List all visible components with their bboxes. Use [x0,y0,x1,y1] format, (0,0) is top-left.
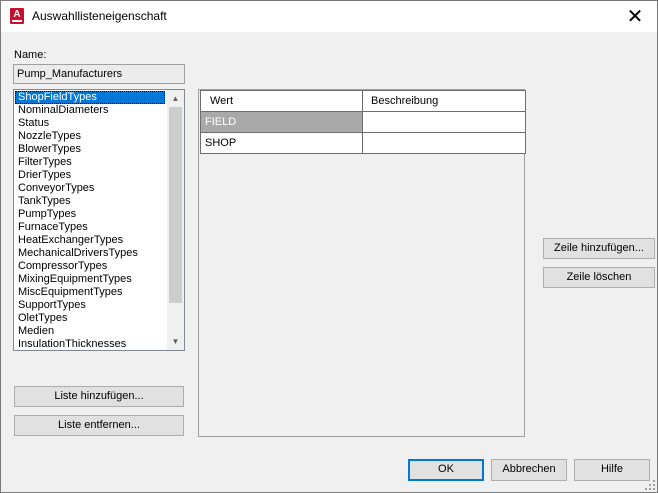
list-item[interactable]: PumpTypes [15,208,165,221]
list-item[interactable]: Status [15,117,165,130]
delete-row-button[interactable]: Zeile löschen [543,267,655,288]
add-row-button-label: Zeile hinzufügen... [554,242,644,254]
add-row-button[interactable]: Zeile hinzufügen... [543,238,655,259]
window-title: Auswahllisteneigenschaft [32,9,167,23]
list-item[interactable]: MixingEquipmentTypes [15,273,165,286]
list-names-listbox[interactable]: ShopFieldTypes NominalDiameters Status Nozz… [13,89,185,351]
name-field: Pump_Manufacturers [13,64,185,84]
add-list-button[interactable]: Liste hinzufügen... [14,386,184,407]
cancel-button[interactable]: Abbrechen [491,459,567,481]
list-item[interactable]: FurnaceTypes [15,221,165,234]
cell-wert[interactable]: SHOP [200,132,363,154]
cell-wert[interactable]: FIELD [200,111,363,133]
list-item[interactable]: Medien [15,325,165,338]
remove-list-button[interactable]: Liste entfernen... [14,415,184,436]
values-table: Wert Beschreibung FIELD SHOP [200,90,526,154]
name-label: Name: [14,49,47,61]
cell-beschreibung[interactable] [362,111,526,133]
column-header-wert[interactable]: Wert [200,90,363,112]
table-row[interactable]: FIELD [200,111,526,133]
resize-grip-icon[interactable] [645,480,655,490]
close-icon[interactable]: ✕ [613,1,657,32]
list-item[interactable]: MiscEquipmentTypes [15,286,165,299]
scroll-down-icon[interactable]: ▼ [167,333,184,350]
list-item[interactable]: CompressorTypes [15,260,165,273]
table-body: FIELD SHOP [200,111,526,154]
list-item[interactable]: HeatExchangerTypes [15,234,165,247]
scroll-thumb[interactable] [169,107,182,303]
dialog-window: A Auswahllisteneigenschaft ✕ Name: Pump_… [0,0,658,493]
list-item[interactable]: FilterTypes [15,156,165,169]
cell-beschreibung[interactable] [362,132,526,154]
table-header-row: Wert Beschreibung [200,90,526,112]
column-header-beschreibung[interactable]: Beschreibung [362,90,526,112]
list-item[interactable]: OletTypes [15,312,165,325]
list-item[interactable]: ConveyorTypes [15,182,165,195]
help-button[interactable]: Hilfe [574,459,650,481]
list-item[interactable]: DrierTypes [15,169,165,182]
list-item[interactable]: NozzleTypes [15,130,165,143]
list-item[interactable]: NominalDiameters [15,104,165,117]
list-item[interactable]: BlowerTypes [15,143,165,156]
table-row[interactable]: SHOP [200,132,526,154]
list-item[interactable]: ShopFieldTypes [15,91,165,104]
list-item[interactable]: TankTypes [15,195,165,208]
list-item[interactable]: SupportTypes [15,299,165,312]
title-bar: A Auswahllisteneigenschaft ✕ [1,1,657,32]
list-scrollbar[interactable]: ▲ ▼ [167,90,184,350]
scroll-up-icon[interactable]: ▲ [167,90,184,107]
autocad-app-icon: A [10,8,24,24]
delete-row-button-label: Zeile löschen [566,271,632,283]
list-item[interactable]: InsulationThicknesses [15,338,165,350]
list-items-container: ShopFieldTypes NominalDiameters Status Nozz… [14,90,166,350]
ok-button[interactable]: OK [408,459,484,481]
values-grid: Wert Beschreibung FIELD SHOP [198,89,526,437]
list-item[interactable]: MechanicalDriversTypes [15,247,165,260]
